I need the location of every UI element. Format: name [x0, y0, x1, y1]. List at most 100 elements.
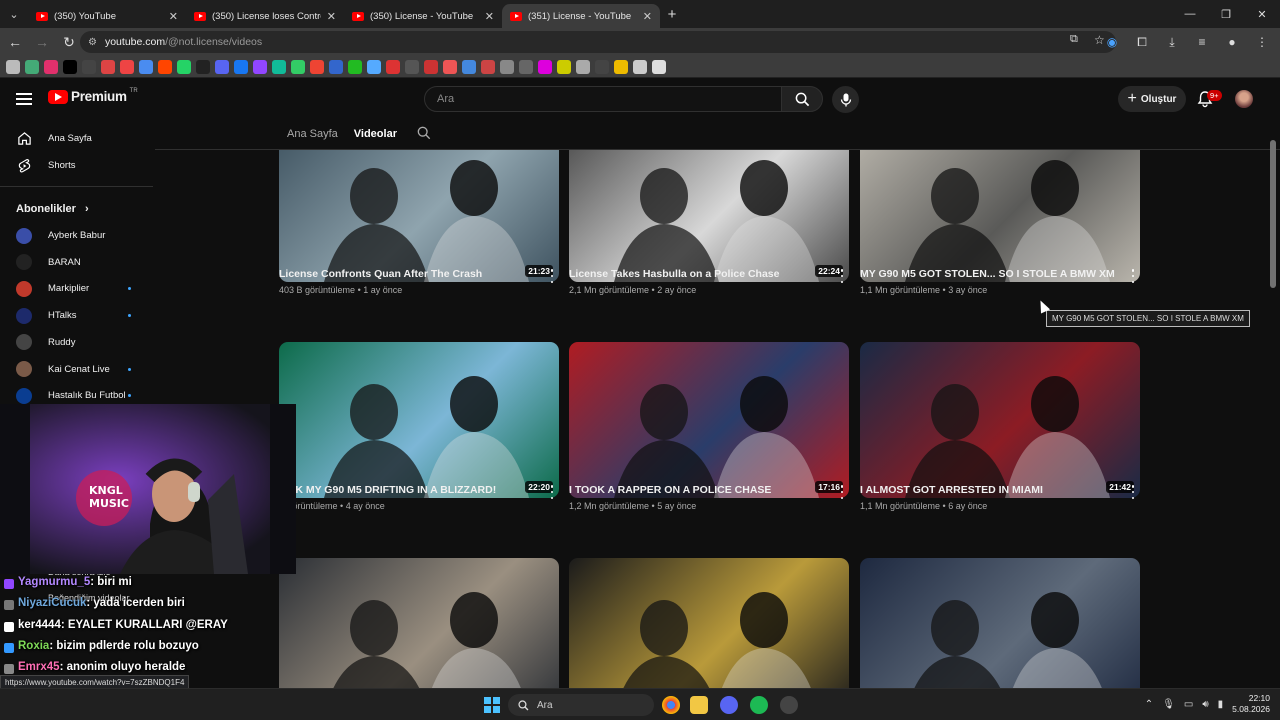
site-info-icon[interactable]: ⚙ — [88, 37, 97, 48]
bookmark-icon[interactable] — [348, 59, 362, 74]
video-title[interactable]: OOK MY G90 M5 DRIFTING IN A BLIZZARD! — [279, 484, 496, 496]
bookmark-icon[interactable] — [367, 59, 381, 74]
bookmark-icon[interactable] — [196, 59, 210, 74]
reload-icon[interactable]: ↻ — [57, 30, 81, 54]
close-window-icon[interactable]: ✕ — [1244, 0, 1280, 28]
video-thumbnail[interactable]: 17:16 — [569, 342, 849, 498]
bookmark-icon[interactable] — [405, 59, 419, 74]
video-more-options-icon[interactable] — [1130, 485, 1136, 499]
video-more-options-icon[interactable] — [839, 269, 845, 283]
bookmark-icon[interactable] — [291, 59, 305, 74]
video-thumbnail[interactable] — [860, 150, 1140, 282]
chrome-app-icon[interactable] — [662, 696, 680, 714]
youtube-premium-logo[interactable]: Premium TR — [48, 88, 138, 104]
cast-icon[interactable]: ⧉ — [1070, 33, 1078, 46]
url-bar[interactable]: ⚙ youtube.com/@not.license/videos — [80, 31, 1116, 53]
media-control-icon[interactable]: ≡ — [1192, 31, 1212, 53]
download-icon[interactable]: ⤓ — [1162, 31, 1182, 53]
new-tab-plus-icon[interactable]: + — [660, 6, 684, 23]
tab-search-chevron-icon[interactable]: ⌄ — [0, 0, 28, 28]
apps-grid-icon[interactable] — [6, 59, 20, 74]
video-thumbnail[interactable] — [569, 558, 849, 688]
close-icon[interactable]: ✕ — [327, 10, 336, 23]
video-more-options-icon[interactable] — [549, 269, 555, 283]
file-explorer-icon[interactable] — [690, 696, 708, 714]
browser-tab[interactable]: (350) YouTube ✕ — [28, 4, 186, 28]
profile-avatar-icon[interactable]: ● — [1222, 31, 1242, 53]
taskbar-search[interactable]: Ara — [508, 694, 654, 716]
voice-search-button[interactable] — [832, 86, 859, 113]
video-more-options-icon[interactable] — [839, 485, 845, 499]
more-menu-icon[interactable]: ⋮ — [1252, 31, 1272, 53]
search-button[interactable] — [781, 86, 823, 112]
bookmark-icon[interactable] — [595, 59, 609, 74]
bookmark-icon[interactable] — [234, 59, 248, 74]
browser-tab[interactable]: (350) License - YouTube ✕ — [344, 4, 502, 28]
bookmark-icon[interactable] — [424, 59, 438, 74]
bookmark-icon[interactable] — [253, 59, 267, 74]
bookmark-icon[interactable] — [329, 59, 343, 74]
network-icon[interactable]: ▭ — [1184, 699, 1193, 710]
video-thumbnail[interactable]: 22:24 — [569, 150, 849, 282]
hamburger-menu-icon[interactable] — [16, 90, 32, 106]
bookmark-icon[interactable] — [519, 59, 533, 74]
video-title[interactable]: I ALMOST GOT ARRESTED IN MIAMI — [860, 484, 1043, 496]
volume-icon[interactable]: 🔊︎ — [1202, 699, 1208, 710]
video-thumbnail[interactable] — [860, 558, 1140, 688]
create-button[interactable]: + Oluştur — [1118, 86, 1186, 112]
tray-chevron-icon[interactable]: ⌃ — [1145, 699, 1153, 710]
video-title[interactable]: MY G90 M5 GOT STOLEN... SO I STOLE A BMW… — [860, 268, 1115, 280]
extension-icon[interactable]: ◉ — [1102, 31, 1122, 53]
bookmark-icon[interactable] — [500, 59, 514, 74]
bookmark-icon[interactable] — [44, 59, 58, 74]
back-arrow-icon[interactable]: ← — [3, 30, 27, 54]
close-icon[interactable]: ✕ — [485, 10, 494, 23]
forward-arrow-icon[interactable]: → — [30, 30, 54, 54]
bookmark-icon[interactable] — [557, 59, 571, 74]
bookmark-icon[interactable] — [538, 59, 552, 74]
obs-app-icon[interactable] — [780, 696, 798, 714]
bookmark-icon[interactable] — [652, 59, 666, 74]
bookmark-icon[interactable] — [310, 59, 324, 74]
sidebar-item-home[interactable]: Ana Sayfa — [0, 125, 155, 152]
video-thumbnail[interactable]: 21:42 — [860, 342, 1140, 498]
maximize-icon[interactable]: ❐ — [1208, 0, 1244, 28]
video-title[interactable]: License Takes Hasbulla on a Police Chase — [569, 268, 779, 280]
bookmark-icon[interactable] — [462, 59, 476, 74]
bookmark-icon[interactable] — [481, 59, 495, 74]
bookmark-icon[interactable] — [177, 59, 191, 74]
bookmark-icon[interactable] — [215, 59, 229, 74]
battery-icon[interactable]: ▮ — [1218, 699, 1224, 710]
bookmark-icon[interactable] — [82, 59, 96, 74]
account-avatar[interactable] — [1235, 90, 1253, 108]
video-thumbnail[interactable]: 22:20 — [279, 342, 559, 498]
video-thumbnail[interactable] — [279, 558, 559, 688]
bookmark-icon[interactable] — [63, 59, 77, 74]
tab-home[interactable]: Ana Sayfa — [287, 128, 338, 140]
spotify-app-icon[interactable] — [750, 696, 768, 714]
tab-videos[interactable]: Videolar — [354, 128, 397, 140]
puzzle-extensions-icon[interactable]: ⧠ — [1132, 31, 1152, 53]
browser-tab-active[interactable]: (351) License - YouTube ✕ — [502, 4, 660, 28]
bookmark-icon[interactable] — [101, 59, 115, 74]
video-title[interactable]: License Confronts Quan After The Crash — [279, 268, 482, 280]
bookmark-icon[interactable] — [443, 59, 457, 74]
video-title[interactable]: I TOOK A RAPPER ON A POLICE CHASE — [569, 484, 771, 496]
bookmark-icon[interactable] — [633, 59, 647, 74]
bookmark-icon[interactable] — [576, 59, 590, 74]
bookmark-icon[interactable] — [158, 59, 172, 74]
channel-search-icon[interactable] — [417, 126, 431, 143]
bookmark-icon[interactable] — [614, 59, 628, 74]
search-input[interactable]: Ara — [424, 86, 782, 112]
microphone-tray-icon[interactable]: 🎙︎ — [1162, 699, 1175, 710]
taskbar-clock[interactable]: 22:10 5.08.2026 — [1232, 693, 1270, 715]
bookmark-icon[interactable] — [25, 59, 39, 74]
discord-app-icon[interactable] — [720, 696, 738, 714]
close-icon[interactable]: ✕ — [643, 10, 652, 23]
page-scrollbar[interactable] — [1270, 140, 1276, 288]
minimize-icon[interactable]: — — [1172, 0, 1208, 28]
video-more-options-icon[interactable] — [1130, 269, 1136, 283]
bookmark-icon[interactable] — [386, 59, 400, 74]
browser-tab[interactable]: (350) License loses Control in th ✕ — [186, 4, 344, 28]
bookmark-icon[interactable] — [272, 59, 286, 74]
